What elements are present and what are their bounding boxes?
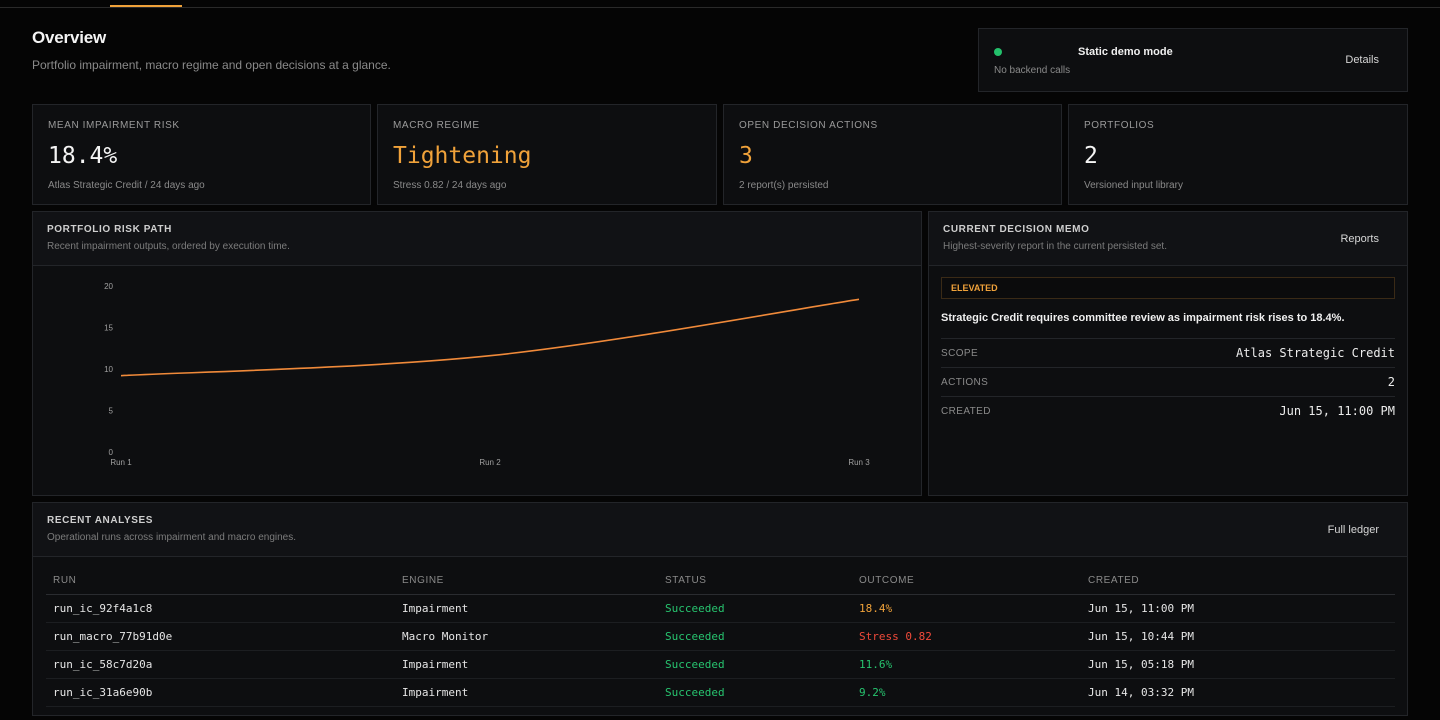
created-cell: Jun 14, 03:32 PM: [1081, 678, 1395, 707]
run-id-cell: run_ic_31a6e90b: [46, 678, 395, 707]
stat-label: PORTFOLIOS: [1084, 120, 1155, 131]
outcome-cell: Stress 0.82: [852, 622, 1081, 651]
active-tab-indicator: [110, 5, 182, 7]
risk-path-panel: PORTFOLIO RISK PATH Recent impairment ou…: [32, 211, 922, 496]
run-id-cell: run_ic_58c7d20a: [46, 650, 395, 679]
status-dot-icon: [994, 48, 1002, 56]
stat-value: 18.4%: [48, 143, 118, 169]
status-cell: Succeeded: [658, 622, 852, 651]
created-cell: Jun 15, 05:18 PM: [1081, 650, 1395, 679]
engine-cell: Impairment: [395, 678, 658, 707]
stat-note: 2 report(s) persisted: [739, 180, 829, 191]
table-row[interactable]: run_ic_31a6e90b Impairment Succeeded 9.2…: [46, 678, 1395, 707]
outcome-cell: 18.4%: [852, 594, 1081, 623]
risk-series-line: [120, 298, 860, 377]
status-cell: Succeeded: [658, 678, 852, 707]
decision-memo-panel: CURRENT DECISION MEMO Highest-severity r…: [928, 211, 1408, 496]
column-header-engine: ENGINE: [395, 568, 658, 595]
page-title: Overview: [32, 28, 107, 47]
table-row[interactable]: run_macro_77b91d0e Macro Monitor Succeed…: [46, 622, 1395, 651]
table-row[interactable]: run_ic_92f4a1c8 Impairment Succeeded 18.…: [46, 594, 1395, 623]
y-tick-label: 5: [109, 407, 114, 416]
table-header-row: RUN ENGINE STATUS OUTCOME CREATED: [46, 568, 1395, 595]
y-tick-label: 15: [104, 324, 113, 333]
created-cell: Jun 15, 11:00 PM: [1081, 594, 1395, 623]
section-header: RECENT ANALYSES Operational runs across …: [33, 503, 1407, 557]
outcome-cell: 9.2%: [852, 678, 1081, 707]
column-header-run: RUN: [46, 568, 395, 595]
risk-path-chart: 0 5 10 15 20 Run 1 Run 2 Run 3: [104, 282, 870, 467]
memo-row-value: Atlas Strategic Credit: [1236, 346, 1395, 360]
column-header-status: STATUS: [658, 568, 852, 595]
stat-value: 2: [1084, 143, 1098, 169]
memo-row-value: 2: [1387, 375, 1395, 389]
stat-note: Versioned input library: [1084, 180, 1183, 191]
memo-headline: Strategic Credit requires committee revi…: [941, 312, 1345, 324]
outcome-cell: 11.6%: [852, 650, 1081, 679]
memo-row-actions: ACTIONS 2: [941, 367, 1395, 396]
x-tick-label: Run 2: [479, 458, 501, 467]
memo-row-key: ACTIONS: [941, 377, 989, 388]
details-button[interactable]: Details: [1345, 54, 1379, 66]
stat-card-impairment: MEAN IMPAIRMENT RISK 18.4% Atlas Strateg…: [32, 104, 371, 205]
run-id-cell: run_ic_92f4a1c8: [46, 594, 395, 623]
stat-note: Atlas Strategic Credit / 24 days ago: [48, 180, 205, 191]
column-header-created: CREATED: [1081, 568, 1395, 595]
top-nav: [0, 0, 1440, 8]
section-subtitle: Highest-severity report in the current p…: [943, 241, 1167, 252]
section-subtitle: Recent impairment outputs, ordered by ex…: [47, 241, 290, 252]
column-header-outcome: OUTCOME: [852, 568, 1081, 595]
engine-cell: Macro Monitor: [395, 622, 658, 651]
stat-value: Tightening: [393, 143, 532, 169]
demo-mode-title: Static demo mode: [1078, 46, 1173, 58]
severity-badge-label: ELEVATED: [951, 283, 998, 293]
memo-row-scope: SCOPE Atlas Strategic Credit: [941, 338, 1395, 367]
run-id-cell: run_macro_77b91d0e: [46, 622, 395, 651]
page-header: Overview Portfolio impairment, macro reg…: [32, 28, 391, 72]
stat-card-macro-regime: MACRO REGIME Tightening Stress 0.82 / 24…: [377, 104, 717, 205]
engine-cell: Impairment: [395, 594, 658, 623]
section-subtitle: Operational runs across impairment and m…: [47, 532, 297, 543]
memo-row-created: CREATED Jun 15, 11:00 PM: [941, 396, 1395, 425]
memo-row-key: SCOPE: [941, 348, 979, 359]
stat-label: MEAN IMPAIRMENT RISK: [48, 120, 180, 131]
table-row[interactable]: run_ic_58c7d20a Impairment Succeeded 11.…: [46, 650, 1395, 679]
stat-label: OPEN DECISION ACTIONS: [739, 120, 878, 131]
memo-row-value: Jun 15, 11:00 PM: [1279, 404, 1395, 418]
status-cell: Succeeded: [658, 594, 852, 623]
demo-mode-subtitle: No backend calls: [994, 65, 1071, 76]
section-title: PORTFOLIO RISK PATH: [47, 224, 172, 235]
stat-card-open-actions: OPEN DECISION ACTIONS 3 2 report(s) pers…: [723, 104, 1062, 205]
recent-analyses-table: RUN ENGINE STATUS OUTCOME CREATED run_ic…: [46, 568, 1395, 707]
stat-card-portfolios: PORTFOLIOS 2 Versioned input library: [1068, 104, 1408, 205]
section-title: CURRENT DECISION MEMO: [943, 224, 1090, 235]
x-tick-label: Run 3: [848, 458, 870, 467]
section-header: CURRENT DECISION MEMO Highest-severity r…: [929, 212, 1407, 266]
severity-badge: ELEVATED: [941, 277, 1395, 299]
demo-mode-card: Static demo mode No backend calls Detail…: [978, 28, 1408, 92]
x-tick-label: Run 1: [110, 458, 132, 467]
y-tick-label: 0: [109, 448, 114, 457]
reports-link[interactable]: Reports: [1340, 233, 1379, 245]
page-subtitle: Portfolio impairment, macro regime and o…: [32, 58, 391, 72]
stat-value: 3: [739, 143, 753, 169]
y-tick-label: 20: [104, 282, 113, 291]
full-ledger-link[interactable]: Full ledger: [1328, 524, 1379, 536]
engine-cell: Impairment: [395, 650, 658, 679]
section-header: PORTFOLIO RISK PATH Recent impairment ou…: [33, 212, 921, 266]
memo-row-key: CREATED: [941, 406, 991, 417]
stat-note: Stress 0.82 / 24 days ago: [393, 180, 507, 191]
y-tick-label: 10: [104, 365, 113, 374]
section-title: RECENT ANALYSES: [47, 515, 154, 526]
created-cell: Jun 15, 10:44 PM: [1081, 622, 1395, 651]
stat-label: MACRO REGIME: [393, 120, 480, 131]
status-cell: Succeeded: [658, 650, 852, 679]
